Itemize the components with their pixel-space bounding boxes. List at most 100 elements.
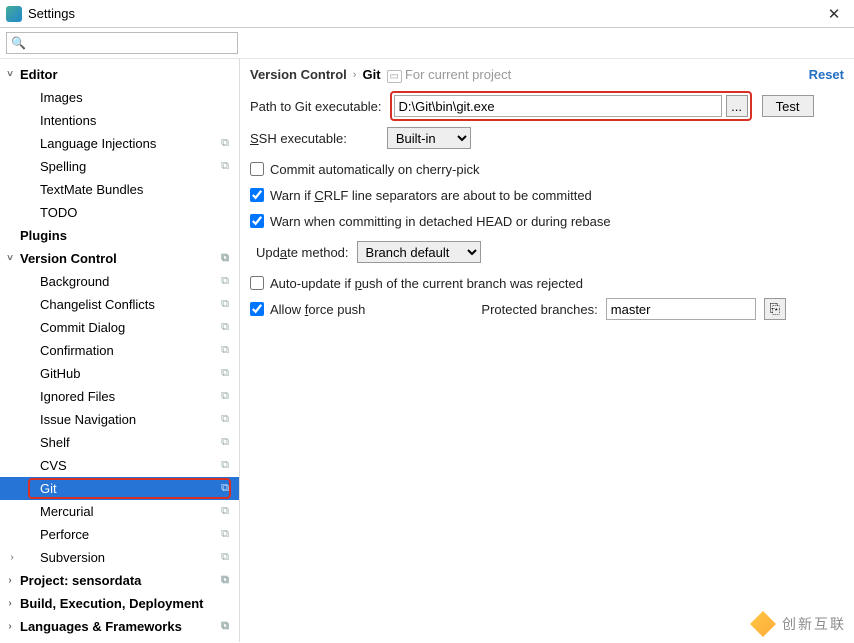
protected-label: Protected branches: xyxy=(481,302,597,317)
chk-force-box[interactable] xyxy=(250,302,264,316)
app-icon xyxy=(6,6,22,22)
sidebar-item-changelist-conflicts[interactable]: Changelist Conflicts⧉ xyxy=(0,293,239,316)
chk-crlf[interactable]: Warn if CRLF line separators are about t… xyxy=(250,182,844,208)
update-select[interactable]: Branch default xyxy=(357,241,481,263)
breadcrumb-current: Git xyxy=(362,67,380,82)
sidebar-item-label: Spelling xyxy=(40,159,86,174)
chk-autoupdate-box[interactable] xyxy=(250,276,264,290)
chk-cherry[interactable]: Commit automatically on cherry-pick xyxy=(250,156,844,182)
scope-icon: ⧉ xyxy=(221,459,229,472)
sidebar-item-commit-dialog[interactable]: Commit Dialog ⧉ xyxy=(0,316,239,339)
window-title: Settings xyxy=(28,6,820,21)
sidebar-item-ignored-files[interactable]: Ignored Files⧉ xyxy=(0,385,239,408)
chevron-icon[interactable]: ˅ xyxy=(4,253,16,264)
sidebar-item-label: Commit Dialog xyxy=(40,320,125,335)
chevron-icon[interactable]: › xyxy=(4,575,16,586)
chevron-icon[interactable]: › xyxy=(4,621,16,632)
sidebar-item-label: Build, Execution, Deployment xyxy=(20,596,203,611)
protected-expand-icon[interactable]: ⎘ xyxy=(764,298,786,320)
test-button[interactable]: Test xyxy=(762,95,814,117)
scope-icon: ▭ xyxy=(387,70,402,83)
sidebar-item-label: GitHub xyxy=(40,366,80,381)
sidebar-item-perforce[interactable]: Perforce ⧉ xyxy=(0,523,239,546)
sidebar-item-build-execution-deployment[interactable]: › Build, Execution, Deployment xyxy=(0,592,239,615)
sidebar-item-label: Mercurial xyxy=(40,504,93,519)
sidebar-item-subversion[interactable]: › Subversion ⧉ xyxy=(0,546,239,569)
browse-button[interactable]: ... xyxy=(726,95,748,117)
sidebar-item-issue-navigation[interactable]: Issue Navigation⧉ xyxy=(0,408,239,431)
sidebar-item-project-sensordata[interactable]: › Project: sensordata ⧉ xyxy=(0,569,239,592)
sidebar-item-todo[interactable]: TODO xyxy=(0,201,239,224)
close-icon[interactable]: ✕ xyxy=(820,5,848,23)
scope-icon: ⧉ xyxy=(221,321,229,334)
chk-detached[interactable]: Warn when committing in detached HEAD or… xyxy=(250,208,844,234)
scope-icon: ⧉ xyxy=(221,436,229,449)
scope-icon: ⧉ xyxy=(221,344,229,357)
protected-wrap: Protected branches: ⎘ xyxy=(481,298,785,320)
sidebar-item-label: Images xyxy=(40,90,83,105)
row-git-path: Path to Git executable: ... Test xyxy=(250,92,844,120)
chk-crlf-box[interactable] xyxy=(250,188,264,202)
scope-icon: ⧉ xyxy=(221,137,229,150)
git-path-input[interactable] xyxy=(394,95,722,117)
chevron-icon[interactable]: ˅ xyxy=(4,69,16,80)
chevron-icon[interactable]: › xyxy=(4,598,16,609)
search-input[interactable] xyxy=(30,36,233,51)
sidebar-item-confirmation[interactable]: Confirmation ⧉ xyxy=(0,339,239,362)
sidebar-item-label: Git xyxy=(40,481,57,496)
sidebar[interactable]: ˅ Editor Images IntentionsLanguage Injectio… xyxy=(0,59,240,642)
scope-label: ▭For current project xyxy=(387,67,512,82)
content-panel: Reset Version Control › Git ▭For current… xyxy=(240,59,854,642)
sidebar-item-label: Editor xyxy=(20,67,58,82)
sidebar-item-shelf[interactable]: Shelf⧉ xyxy=(0,431,239,454)
sidebar-item-github[interactable]: GitHub⧉ xyxy=(0,362,239,385)
ssh-select[interactable]: Built-in xyxy=(387,127,471,149)
row-update: Update method: Branch default xyxy=(250,238,844,266)
sidebar-item-images[interactable]: Images xyxy=(0,86,239,109)
scope-icon: ⧉ xyxy=(221,551,229,564)
scope-icon: ⧉ xyxy=(221,298,229,311)
sidebar-item-label: Plugins xyxy=(20,228,67,243)
chk-detached-box[interactable] xyxy=(250,214,264,228)
sidebar-item-label: Project: sensordata xyxy=(20,573,141,588)
chk-autoupdate[interactable]: Auto-update if push of the current branc… xyxy=(250,270,844,296)
sidebar-item-language-injections[interactable]: Language Injections⧉ xyxy=(0,132,239,155)
sidebar-item-git[interactable]: Git⧉ xyxy=(0,477,239,500)
chk-force[interactable]: Allow force push Protected branches: ⎘ xyxy=(250,296,844,322)
sidebar-item-tools[interactable]: ›Tools xyxy=(0,638,239,642)
breadcrumb-parent[interactable]: Version Control xyxy=(250,67,347,82)
search-icon: 🔍 xyxy=(11,36,26,50)
protected-input[interactable] xyxy=(606,298,756,320)
sidebar-item-languages-frameworks[interactable]: ›Languages & Frameworks⧉ xyxy=(0,615,239,638)
main-area: ˅ Editor Images IntentionsLanguage Injectio… xyxy=(0,59,854,642)
sidebar-item-intentions[interactable]: Intentions xyxy=(0,109,239,132)
sidebar-item-label: Confirmation xyxy=(40,343,114,358)
breadcrumb: Version Control › Git ▭For current proje… xyxy=(250,67,844,82)
reset-link[interactable]: Reset xyxy=(809,67,844,82)
sidebar-item-textmate-bundles[interactable]: TextMate Bundles xyxy=(0,178,239,201)
scope-icon: ⧉ xyxy=(221,252,229,265)
sidebar-item-spelling[interactable]: Spelling⧉ xyxy=(0,155,239,178)
chevron-right-icon: › xyxy=(353,69,357,81)
sidebar-item-label: Version Control xyxy=(20,251,117,266)
sidebar-item-label: Perforce xyxy=(40,527,89,542)
chevron-icon[interactable]: › xyxy=(6,552,18,563)
sidebar-item-label: Subversion xyxy=(40,550,105,565)
titlebar: Settings ✕ xyxy=(0,0,854,28)
scope-icon: ⧉ xyxy=(221,505,229,518)
row-ssh: SSH executable: Built-in xyxy=(250,124,844,152)
scope-icon: ⧉ xyxy=(221,528,229,541)
sidebar-item-cvs[interactable]: CVS⧉ xyxy=(0,454,239,477)
sidebar-item-label: Issue Navigation xyxy=(40,412,136,427)
sidebar-item-label: TextMate Bundles xyxy=(40,182,143,197)
chk-cherry-box[interactable] xyxy=(250,162,264,176)
scope-icon: ⧉ xyxy=(221,620,229,633)
sidebar-item-plugins[interactable]: Plugins xyxy=(0,224,239,247)
sidebar-item-mercurial[interactable]: Mercurial ⧉ xyxy=(0,500,239,523)
search-field-wrap[interactable]: 🔍 xyxy=(6,32,238,54)
sidebar-item-version-control[interactable]: ˅ Version Control ⧉ xyxy=(0,247,239,270)
sidebar-item-background[interactable]: Background⧉ xyxy=(0,270,239,293)
sidebar-item-editor[interactable]: ˅ Editor xyxy=(0,63,239,86)
scope-icon: ⧉ xyxy=(221,574,229,587)
path-highlight: ... xyxy=(390,91,752,121)
